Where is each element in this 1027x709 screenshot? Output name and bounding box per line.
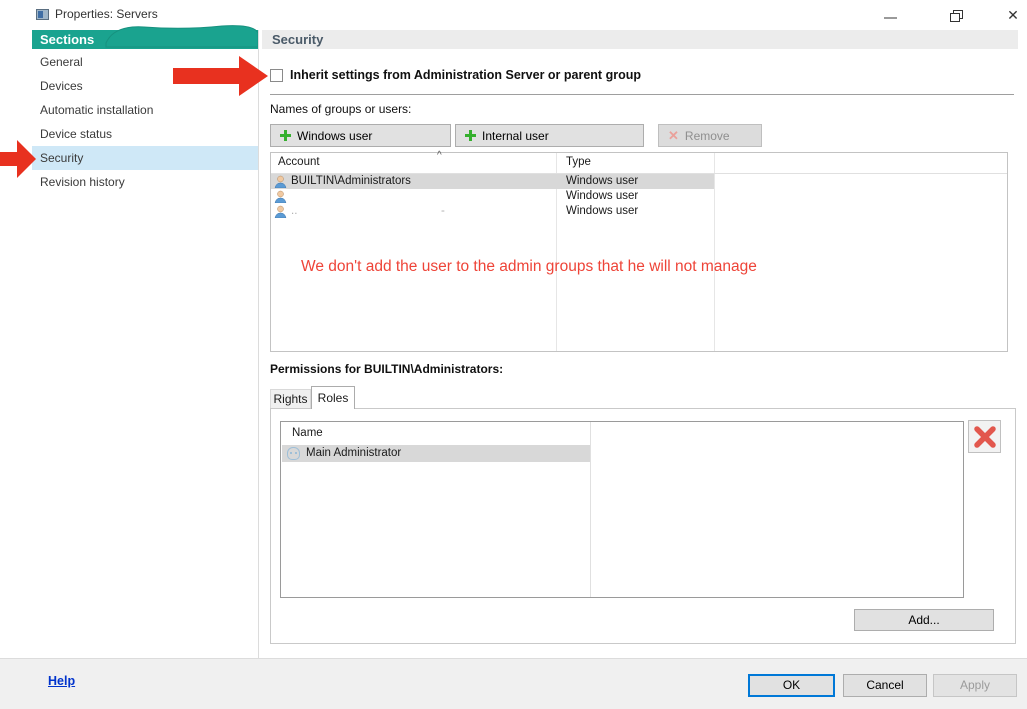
red-x-icon	[973, 425, 996, 448]
plus-icon	[465, 130, 476, 141]
table-row[interactable]: Windows user	[271, 189, 714, 204]
remove-user-button[interactable]: ✕ Remove	[658, 124, 762, 147]
sidebar-item-revision-history[interactable]: Revision history	[32, 170, 258, 194]
close-icon[interactable]: ✕	[1004, 6, 1022, 24]
sidebar-divider	[258, 30, 259, 658]
person-icon	[274, 175, 287, 188]
account-type: Windows user	[566, 205, 639, 217]
sidebar-item-automatic-installation[interactable]: Automatic installation	[32, 98, 258, 122]
restore-icon[interactable]	[950, 9, 964, 22]
column-header-type[interactable]: Type	[566, 156, 591, 168]
tab-rights[interactable]: Rights	[270, 389, 311, 408]
apply-button[interactable]: Apply	[933, 674, 1017, 697]
add-internal-user-button[interactable]: Internal user	[455, 124, 644, 147]
column-divider	[714, 153, 715, 351]
x-icon: ✕	[668, 127, 679, 143]
page-title: Security	[262, 30, 1018, 49]
add-windows-user-button[interactable]: Windows user	[270, 124, 451, 147]
window-title: Properties: Servers	[55, 7, 158, 21]
red-arrow-to-security	[0, 140, 36, 178]
permissions-label: Permissions for BUILTIN\Administrators:	[270, 362, 504, 376]
inherit-settings-checkbox[interactable]	[270, 69, 283, 82]
account-name: ..	[291, 205, 298, 217]
tab-roles[interactable]: Roles	[311, 386, 355, 409]
minimize-icon[interactable]	[884, 17, 897, 19]
plus-icon	[280, 130, 291, 141]
names-of-groups-label: Names of groups or users:	[270, 102, 412, 116]
table-row[interactable]: Main Administrator	[282, 445, 590, 462]
roles-table[interactable]: Name Main Administrator	[280, 421, 964, 598]
annotation-text: We don't add the user to the admin group…	[301, 258, 757, 275]
column-header-account[interactable]: Account	[278, 156, 320, 168]
account-type: Windows user	[566, 175, 639, 187]
sort-ascending-icon: ^	[437, 150, 442, 161]
windows-user-button-label: Windows user	[297, 128, 373, 143]
app-icon	[36, 9, 49, 20]
table-row[interactable]: BUILTIN\Administrators Windows user	[271, 174, 714, 189]
sidebar-item-security[interactable]: Security	[32, 146, 258, 170]
delete-role-button[interactable]	[968, 420, 1001, 453]
inherit-settings-label: Inherit settings from Administration Ser…	[290, 68, 641, 82]
column-divider	[590, 422, 591, 597]
table-row[interactable]: .. - Windows user	[271, 204, 714, 219]
section-separator	[270, 94, 1014, 95]
add-role-button[interactable]: Add...	[854, 609, 994, 631]
red-arrow-to-inherit-checkbox	[173, 56, 268, 96]
internal-user-button-label: Internal user	[482, 128, 549, 143]
person-icon	[274, 205, 287, 218]
teal-scribble-redaction	[105, 25, 259, 48]
cancel-button[interactable]: Cancel	[843, 674, 927, 697]
person-icon	[274, 190, 287, 203]
account-type: Windows user	[566, 190, 639, 202]
column-header-name[interactable]: Name	[292, 427, 323, 439]
help-link[interactable]: Help	[48, 674, 75, 688]
role-mask-icon	[287, 447, 300, 460]
redaction-remnant: -	[441, 205, 445, 217]
role-name: Main Administrator	[306, 447, 402, 459]
roles-tab-panel: Name Main Administrator Add...	[270, 408, 1016, 644]
footer-bar: Help OK Cancel Apply	[0, 658, 1027, 709]
remove-button-label: Remove	[684, 128, 730, 143]
account-name: BUILTIN\Administrators	[291, 175, 411, 187]
accounts-table[interactable]: Account ^ Type BUILTIN\Administrators Wi…	[270, 150, 1008, 352]
ok-button[interactable]: OK	[748, 674, 835, 697]
properties-dialog: Properties: Servers ✕ Sections General D…	[0, 0, 1027, 709]
sidebar-item-device-status[interactable]: Device status	[32, 122, 258, 146]
